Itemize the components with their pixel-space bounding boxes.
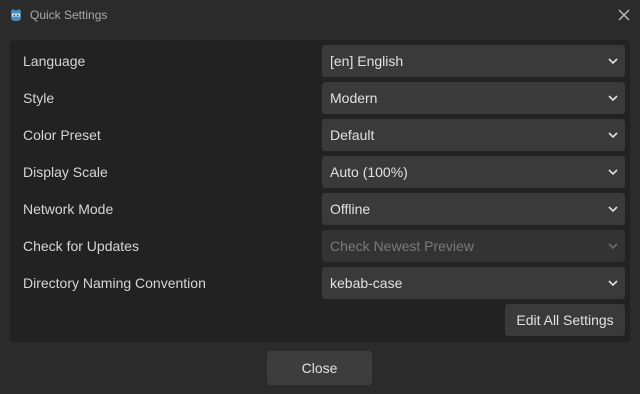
chevron-down-icon bbox=[608, 243, 618, 250]
edit-all-settings-button[interactable]: Edit All Settings bbox=[505, 304, 625, 336]
setting-row-directory-naming: Directory Naming Convention kebab-case bbox=[10, 267, 630, 299]
select-value: Offline bbox=[330, 201, 371, 217]
select-value: kebab-case bbox=[330, 275, 403, 291]
title-bar: Quick Settings bbox=[0, 0, 640, 30]
setting-row-network-mode: Network Mode Offline bbox=[10, 193, 630, 225]
language-select[interactable]: [en] English bbox=[322, 45, 625, 77]
quick-settings-dialog: Quick Settings Language [en] English Sty… bbox=[0, 0, 640, 394]
setting-label: Language bbox=[23, 53, 86, 69]
chevron-down-icon bbox=[608, 280, 618, 287]
setting-row-check-for-updates: Check for Updates Check Newest Preview bbox=[10, 230, 630, 262]
directory-naming-select[interactable]: kebab-case bbox=[322, 267, 625, 299]
setting-label: Directory Naming Convention bbox=[23, 275, 206, 291]
chevron-down-icon bbox=[608, 169, 618, 176]
select-value: Check Newest Preview bbox=[330, 238, 474, 254]
setting-row-color-preset: Color Preset Default bbox=[10, 119, 630, 151]
setting-label: Color Preset bbox=[23, 127, 101, 143]
setting-label: Check for Updates bbox=[23, 238, 139, 254]
close-icon[interactable] bbox=[616, 7, 632, 23]
godot-logo-icon bbox=[11, 9, 21, 21]
select-value: Default bbox=[330, 127, 375, 143]
chevron-down-icon bbox=[608, 58, 618, 65]
select-value: Modern bbox=[330, 90, 378, 106]
select-value: [en] English bbox=[330, 53, 404, 69]
setting-row-style: Style Modern bbox=[10, 82, 630, 114]
color-preset-select[interactable]: Default bbox=[322, 119, 625, 151]
setting-label: Style bbox=[23, 90, 55, 106]
dialog-title: Quick Settings bbox=[30, 8, 108, 22]
chevron-down-icon bbox=[608, 132, 618, 139]
setting-row-language: Language [en] English bbox=[10, 45, 630, 77]
chevron-down-icon bbox=[608, 206, 618, 213]
check-for-updates-select: Check Newest Preview bbox=[322, 230, 625, 262]
display-scale-select[interactable]: Auto (100%) bbox=[322, 156, 625, 188]
setting-label: Network Mode bbox=[23, 201, 114, 217]
setting-label: Display Scale bbox=[23, 164, 108, 180]
network-mode-select[interactable]: Offline bbox=[322, 193, 625, 225]
style-select[interactable]: Modern bbox=[322, 82, 625, 114]
setting-row-display-scale: Display Scale Auto (100%) bbox=[10, 156, 630, 188]
chevron-down-icon bbox=[608, 95, 618, 102]
select-value: Auto (100%) bbox=[330, 164, 408, 180]
close-button[interactable]: Close bbox=[267, 351, 372, 385]
settings-panel: Language [en] English Style Modern Color… bbox=[10, 40, 630, 342]
